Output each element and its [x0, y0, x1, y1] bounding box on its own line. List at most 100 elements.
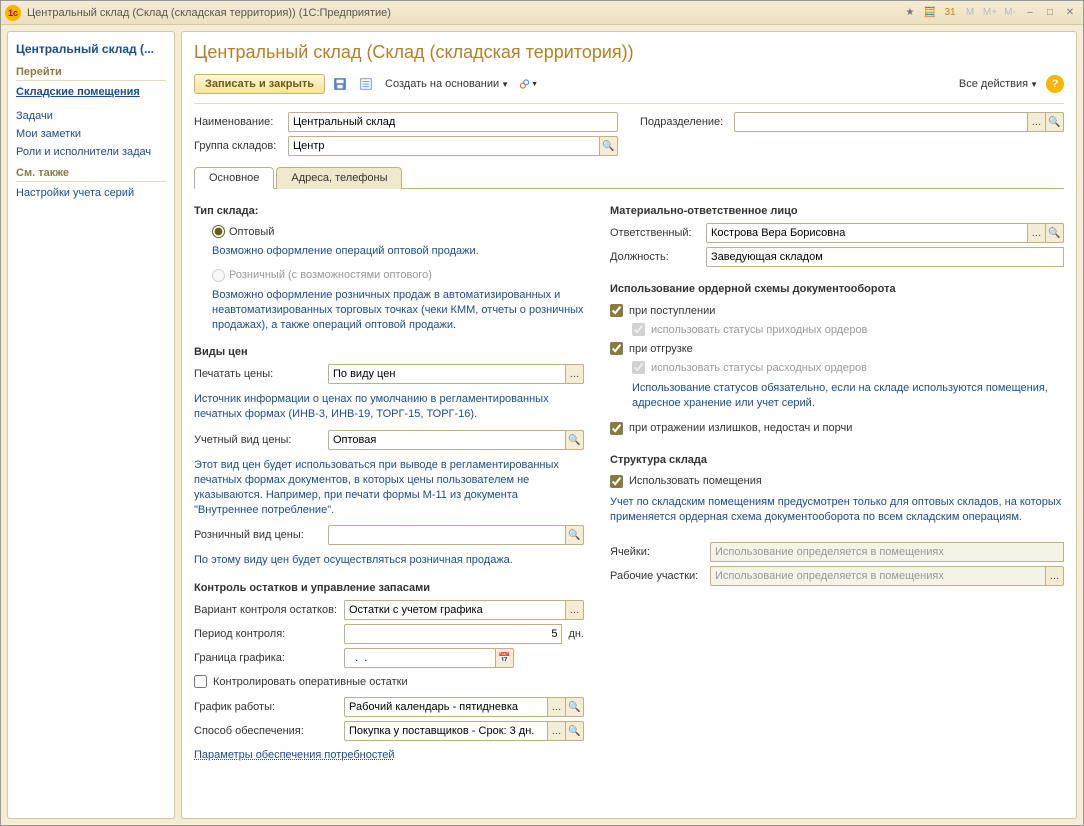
- lookup-icon[interactable]: 🔍: [566, 430, 584, 450]
- order-hint: Использование статусов обязательно, если…: [610, 377, 1064, 419]
- struct-hint: Учет по складским помещениям предусмотре…: [610, 491, 1064, 533]
- tab-main[interactable]: Основное: [194, 167, 274, 189]
- all-actions-button[interactable]: Все действия▼: [955, 78, 1042, 90]
- chk-receipt[interactable]: [610, 304, 623, 317]
- period-input[interactable]: [344, 624, 562, 644]
- border-label: Граница графика:: [194, 652, 344, 664]
- name-input[interactable]: [288, 112, 618, 132]
- type-section: Тип склада:: [194, 205, 584, 217]
- order-section: Использование ордерной схемы документооб…: [610, 283, 1064, 295]
- tabs: Основное Адреса, телефоны: [194, 166, 1064, 189]
- division-input[interactable]: [734, 112, 1028, 132]
- sidebar-item-notes[interactable]: Мои заметки: [16, 125, 166, 143]
- sidebar-section-goto: Перейти: [16, 60, 166, 81]
- lookup-icon[interactable]: 🔍: [1046, 223, 1064, 243]
- variant-input[interactable]: [344, 600, 566, 620]
- chk-shipment-status-label: использовать статусы расходных ордеров: [651, 362, 867, 374]
- stock-section: Контроль остатков и управление запасами: [194, 582, 584, 594]
- cells-input: [710, 542, 1064, 562]
- sidebar-item-rooms[interactable]: Складские помещения: [16, 83, 166, 101]
- period-label: Период контроля:: [194, 628, 344, 640]
- radio-retail-label: Розничный (с возможностями оптового): [229, 269, 432, 281]
- ellipsis-icon[interactable]: …: [1046, 566, 1064, 586]
- calendar-icon[interactable]: 📅: [496, 648, 514, 668]
- sidebar: Центральный склад (... Перейти Складские…: [7, 31, 175, 819]
- chk-operative[interactable]: [194, 675, 207, 688]
- list-icon[interactable]: [355, 73, 377, 95]
- page-title: Центральный склад (Склад (складская терр…: [194, 40, 1064, 71]
- help-icon[interactable]: ?: [1046, 75, 1064, 93]
- sidebar-head[interactable]: Центральный склад (...: [16, 38, 166, 60]
- ellipsis-icon[interactable]: …: [548, 697, 566, 717]
- calendar-icon[interactable]: 31: [941, 5, 959, 21]
- minimize-button[interactable]: –: [1021, 5, 1039, 21]
- link-icon[interactable]: ▼: [517, 73, 539, 95]
- chk-shipment-status: [632, 361, 645, 374]
- app-icon: 1c: [5, 5, 21, 21]
- params-link[interactable]: Параметры обеспечения потребностей: [194, 749, 395, 761]
- role-label: Должность:: [610, 251, 706, 263]
- retail-price-input[interactable]: [328, 525, 566, 545]
- sidebar-item-roles[interactable]: Роли и исполнители задач: [16, 143, 166, 161]
- chk-receipt-status-label: использовать статусы приходных ордеров: [651, 324, 867, 336]
- mminus-button[interactable]: M-: [1001, 5, 1019, 21]
- areas-input: [710, 566, 1046, 586]
- supply-label: Способ обеспечения:: [194, 725, 344, 737]
- chk-surplus[interactable]: [610, 422, 623, 435]
- period-unit: дн.: [568, 628, 584, 640]
- window-title: Центральный склад (Склад (складская терр…: [27, 7, 901, 19]
- mol-section: Материально-ответственное лицо: [610, 205, 1064, 217]
- ellipsis-icon[interactable]: …: [566, 364, 584, 384]
- role-input[interactable]: [706, 247, 1064, 267]
- resp-input[interactable]: [706, 223, 1028, 243]
- lookup-icon[interactable]: 🔍: [600, 136, 618, 156]
- print-prices-input[interactable]: [328, 364, 566, 384]
- lookup-icon[interactable]: 🔍: [566, 525, 584, 545]
- chk-shipment-label: при отгрузке: [629, 343, 693, 355]
- mplus-button[interactable]: M+: [981, 5, 999, 21]
- lookup-icon[interactable]: 🔍: [566, 721, 584, 741]
- chk-receipt-label: при поступлении: [629, 305, 715, 317]
- title-bar: 1c Центральный склад (Склад (складская т…: [1, 1, 1083, 25]
- print-prices-hint: Источник информации о ценах по умолчанию…: [194, 388, 584, 430]
- sidebar-item-tasks[interactable]: Задачи: [16, 107, 166, 125]
- lookup-icon[interactable]: 🔍: [1046, 112, 1064, 132]
- toolbar: Записать и закрыть Создать на основании▼…: [194, 71, 1064, 104]
- close-button[interactable]: ✕: [1061, 5, 1079, 21]
- fav-icon[interactable]: ★: [901, 5, 919, 21]
- m-button[interactable]: M: [961, 5, 979, 21]
- group-input[interactable]: [288, 136, 600, 156]
- sidebar-section-seealso: См. также: [16, 161, 166, 182]
- chk-rooms[interactable]: [610, 475, 623, 488]
- acct-price-hint: Этот вид цен будет использоваться при вы…: [194, 454, 584, 525]
- resp-label: Ответственный:: [610, 227, 706, 239]
- retail-price-label: Розничный вид цены:: [194, 529, 328, 541]
- schedule-input[interactable]: [344, 697, 548, 717]
- tab-addresses[interactable]: Адреса, телефоны: [276, 167, 402, 189]
- acct-price-input[interactable]: [328, 430, 566, 450]
- ellipsis-icon[interactable]: …: [1028, 112, 1046, 132]
- maximize-button[interactable]: □: [1041, 5, 1059, 21]
- prices-section: Виды цен: [194, 346, 584, 358]
- cells-label: Ячейки:: [610, 546, 710, 558]
- ellipsis-icon[interactable]: …: [566, 600, 584, 620]
- calc-icon[interactable]: 🧮: [921, 5, 939, 21]
- retail-price-hint: По этому виду цен будет осуществляться р…: [194, 549, 584, 576]
- chk-shipment[interactable]: [610, 342, 623, 355]
- print-prices-label: Печатать цены:: [194, 368, 328, 380]
- radio-wholesale[interactable]: [212, 225, 225, 238]
- ellipsis-icon[interactable]: …: [548, 721, 566, 741]
- sidebar-item-series[interactable]: Настройки учета серий: [16, 184, 166, 202]
- lookup-icon[interactable]: 🔍: [566, 697, 584, 717]
- save-close-button[interactable]: Записать и закрыть: [194, 74, 325, 94]
- ellipsis-icon[interactable]: …: [1028, 223, 1046, 243]
- group-label: Группа складов:: [194, 140, 282, 152]
- supply-input[interactable]: [344, 721, 548, 741]
- wholesale-hint: Возможно оформление операций оптовой про…: [194, 240, 584, 267]
- save-icon[interactable]: [329, 73, 351, 95]
- chevron-down-icon: ▼: [1030, 80, 1038, 89]
- border-input[interactable]: [344, 648, 496, 668]
- create-based-button[interactable]: Создать на основании▼: [381, 78, 513, 90]
- name-label: Наименование:: [194, 116, 282, 128]
- division-label: Подразделение:: [640, 116, 728, 128]
